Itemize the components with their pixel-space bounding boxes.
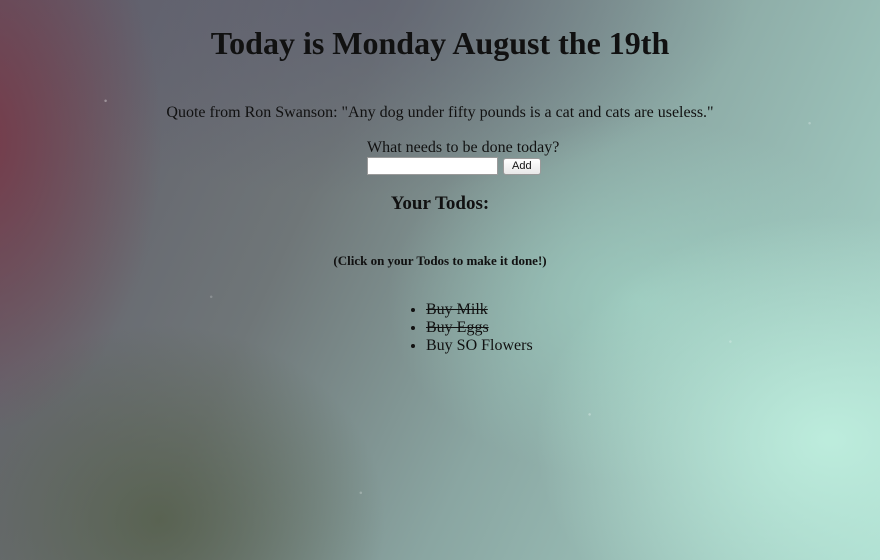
todos-hint: (Click on your Todos to make it done!): [333, 253, 547, 268]
quote-text: Quote from Ron Swanson: "Any dog under f…: [166, 104, 714, 121]
page-title: Today is Monday August the 19th: [210, 25, 670, 61]
todo-form: What needs to be done today? Add: [313, 139, 567, 175]
todo-item-label: Buy Milk: [426, 301, 488, 318]
todos-heading: Your Todos:: [390, 193, 490, 214]
todo-item-buy-milk[interactable]: Buy Milk: [426, 301, 550, 319]
todo-prompt-label: What needs to be done today?: [367, 139, 560, 156]
add-button[interactable]: Add: [503, 158, 541, 175]
todo-input-row: Add: [367, 157, 567, 175]
todo-item-label: Buy SO Flowers: [426, 337, 533, 354]
todo-input[interactable]: [367, 157, 498, 175]
todo-item-label: Buy Eggs: [426, 319, 489, 336]
todo-list: Buy Milk Buy Eggs Buy SO Flowers: [410, 301, 550, 355]
todo-item-buy-so-flowers[interactable]: Buy SO Flowers: [426, 337, 550, 355]
todo-item-buy-eggs[interactable]: Buy Eggs: [426, 319, 550, 337]
page: Today is Monday August the 19th Quote fr…: [0, 0, 880, 355]
